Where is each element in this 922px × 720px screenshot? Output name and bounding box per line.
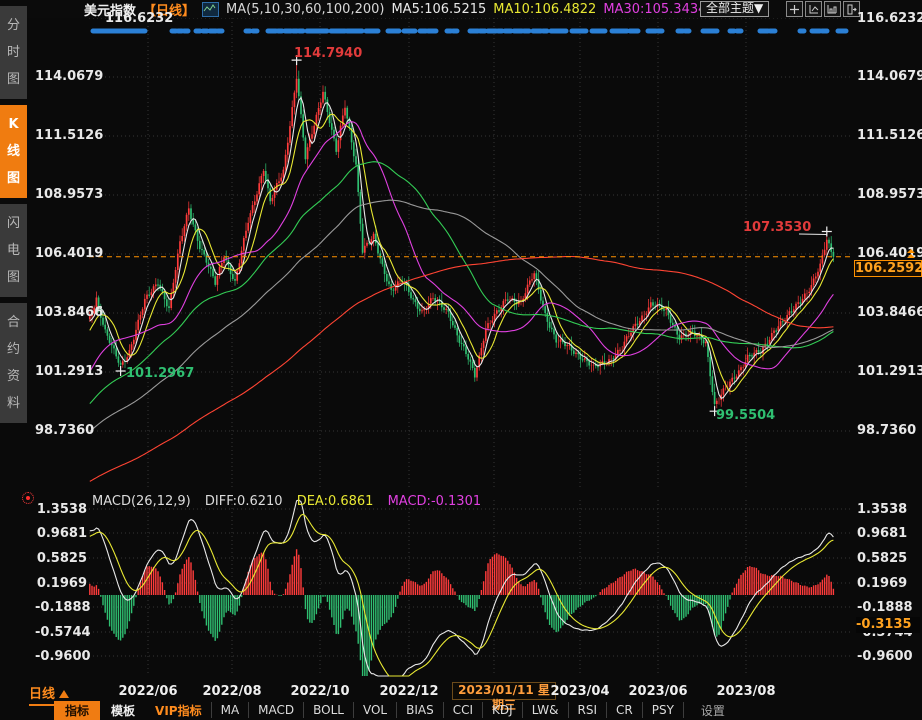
crosshair-date-box: 2023/01/11 星期三: [452, 682, 556, 700]
toolbar-settings-button[interactable]: 设置: [692, 701, 734, 720]
y-axis-label: 114.0679: [35, 69, 87, 84]
macd-axis-label: -0.9600: [35, 649, 87, 664]
toolbar-item-rsi[interactable]: RSI: [568, 702, 607, 718]
x-axis-label: 2022/12: [379, 684, 438, 699]
ma-group-label: MA(5,10,30,60,100,200): [226, 2, 384, 17]
annotation-low: 99.5504: [716, 408, 775, 423]
trading-app-window: 美元指数 【日线】 MA(5,10,30,60,100,200) MA5:106…: [0, 0, 922, 720]
toolbar-item-bias[interactable]: BIAS: [396, 702, 443, 718]
toolbar-item-ma[interactable]: MA: [211, 702, 249, 718]
crosshair-move-icon[interactable]: [786, 1, 803, 17]
y-axis-label: 103.8466: [35, 305, 87, 320]
x-axis-label: 2023/08: [716, 684, 775, 699]
x-axis-label: 2023/04: [550, 684, 609, 699]
macd-axis-label: 0.5825: [35, 551, 87, 566]
chart-type-sidebar: 分时图 K线图 闪电图 合约资料: [0, 6, 27, 423]
toolbar-item-cci[interactable]: CCI: [443, 702, 482, 718]
ma5-value: MA5:106.5215: [391, 2, 486, 17]
chart-axes-icon[interactable]: [805, 1, 822, 17]
y-axis-label-right: 114.0679: [857, 69, 922, 84]
toolbar-item-kdj[interactable]: KDJ: [482, 702, 522, 718]
y-axis-label: 111.5126: [35, 128, 87, 143]
toolbar-item-boll[interactable]: BOLL: [303, 702, 353, 718]
y-axis-label-right: 98.7360: [857, 423, 916, 438]
y-axis-label: 106.4019: [35, 246, 87, 261]
toolbar-tab-indicator[interactable]: 指标: [54, 701, 100, 720]
macd-axis-label-right: 0.9681: [857, 526, 907, 541]
toolbar-tab-template[interactable]: 模板: [100, 701, 146, 720]
toolbar-item-lw[interactable]: LW&: [522, 702, 568, 718]
triangle-up-icon: [59, 690, 69, 698]
x-axis-label: 2023/06: [628, 684, 687, 699]
macd-macd-value: MACD:-0.1301: [388, 494, 482, 509]
ma30-value: MA30:105.3434: [603, 2, 706, 17]
y-axis-label-right: 108.9573: [857, 187, 922, 202]
ma10-value: MA10:106.4822: [493, 2, 596, 17]
macd-axis-label: 1.3538: [35, 502, 87, 517]
annotation-low: 101.2967: [126, 366, 194, 381]
macd-axis-label-right: 0.5825: [857, 551, 907, 566]
y-axis-label: 108.9573: [35, 187, 87, 202]
macd-axis-label: 0.1969: [35, 576, 87, 591]
annotation-high: 107.3530: [743, 220, 811, 235]
x-axis-label: 2022/08: [202, 684, 261, 699]
macd-title: MACD(26,12,9): [92, 494, 191, 509]
toolbar-tab-vip-indicator[interactable]: VIP指标: [146, 701, 211, 720]
macd-axis-label: 0.9681: [35, 526, 87, 541]
toolbar-item-macd[interactable]: MACD: [248, 702, 303, 718]
ma-line-5: [90, 98, 834, 399]
theme-dropdown-button[interactable]: 全部主题▼: [700, 1, 769, 17]
gridlines-layer: [89, 18, 852, 676]
sidebar-tab-kline-chart[interactable]: K线图: [0, 105, 27, 198]
last-price-box: 106.2592: [854, 260, 922, 277]
sidebar-tab-lightning-chart[interactable]: 闪电图: [0, 204, 27, 297]
macd-axis-label-right: 1.3538: [857, 502, 907, 517]
macd-axis-label: -0.1888: [35, 600, 87, 615]
toolbar-item-vol[interactable]: VOL: [353, 702, 396, 718]
x-axis-label: 2022/10: [290, 684, 349, 699]
macd-crosshair-value-box: -0.3135: [856, 617, 920, 633]
macd-diff-line: [90, 500, 834, 676]
toolbar-item-cr[interactable]: CR: [606, 702, 642, 718]
macd-bars-positive: [90, 549, 834, 595]
ma-line-60: [90, 162, 834, 404]
chart-axes-alt-icon[interactable]: [824, 1, 841, 17]
toolbar-item-psy[interactable]: PSY: [642, 702, 684, 718]
y-axis-label: 116.6232: [105, 11, 173, 26]
indicator-toolbar: 指标 模板 VIP指标 MA MACD BOLL VOL BIAS CCI KD…: [54, 701, 734, 719]
kline-mini-icon: [202, 2, 219, 17]
macd-axis-label-right: -0.9600: [857, 649, 913, 664]
macd-axis-label-right: 0.1969: [857, 576, 907, 591]
sidebar-tab-time-chart[interactable]: 分时图: [0, 6, 27, 99]
indicator-settings-icon[interactable]: [22, 492, 34, 504]
macd-bars-negative: [101, 595, 730, 676]
ma-line-200: [90, 257, 834, 482]
x-axis-label: 2022/06: [118, 684, 177, 699]
extreme-cross-marker: [116, 366, 126, 376]
y-axis-label: 98.7360: [35, 423, 87, 438]
macd-axis-label: -0.5744: [35, 625, 87, 640]
y-axis-label-right: 111.5126: [857, 128, 922, 143]
y-axis-label: 101.2913: [35, 364, 87, 379]
price-position-icon: [907, 249, 915, 259]
extreme-cross-marker: [822, 226, 832, 236]
macd-header: MACD(26,12,9) DIFF:0.6210 DEA:0.6861 MAC…: [92, 494, 491, 509]
macd-dea-value: DEA:0.6861: [297, 494, 374, 509]
chart-canvas[interactable]: [0, 0, 922, 720]
y-axis-label-right: 103.8466: [857, 305, 922, 320]
y-axis-label-right: 116.6232: [857, 11, 922, 26]
macd-axis-label-right: -0.1888: [857, 600, 913, 615]
sidebar-tab-contract-info[interactable]: 合约资料: [0, 303, 27, 423]
macd-diff-value: DIFF:0.6210: [205, 494, 283, 509]
y-axis-label-right: 101.2913: [857, 364, 922, 379]
annotation-high: 114.7940: [294, 46, 362, 61]
